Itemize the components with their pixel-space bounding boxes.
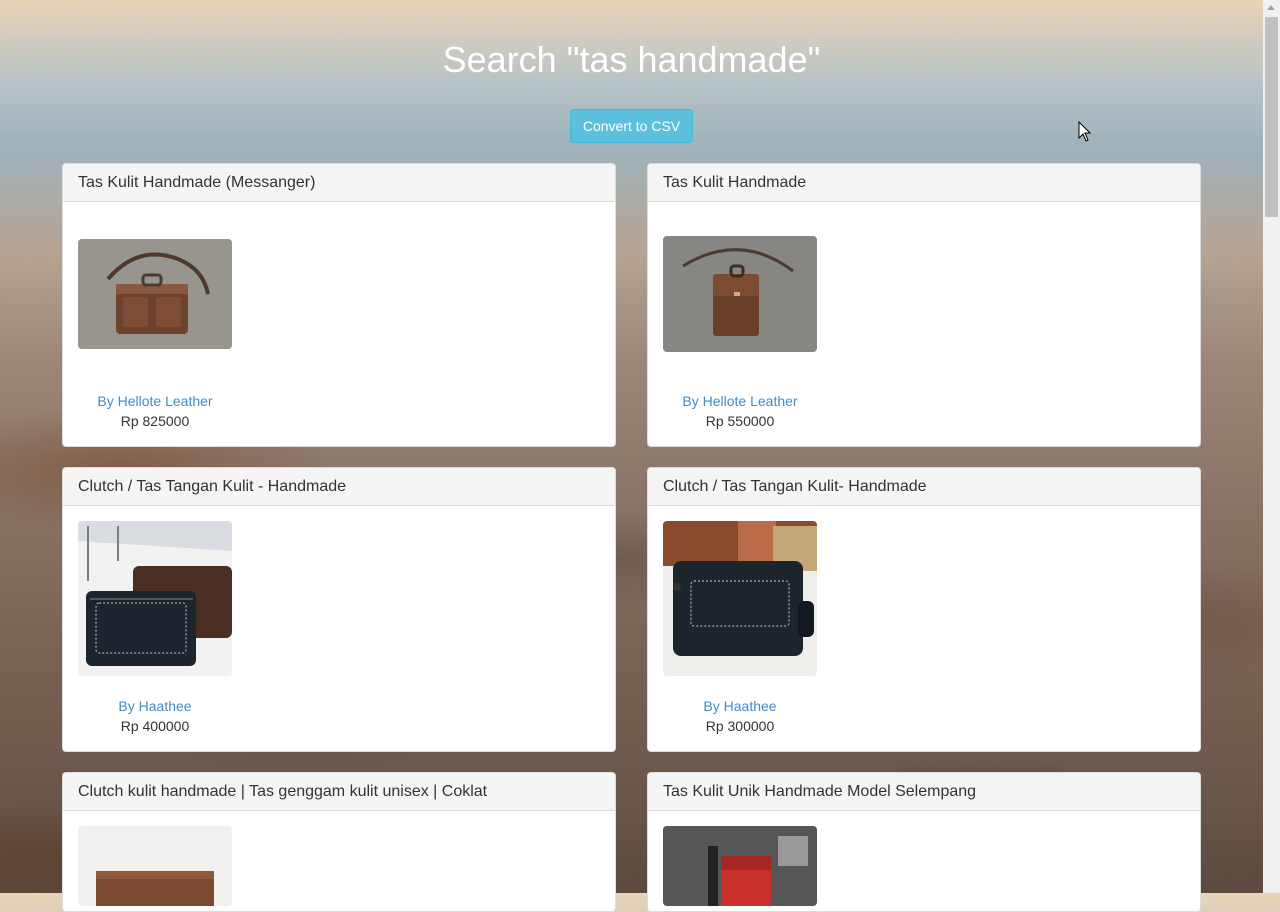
product-title: Clutch / Tas Tangan Kulit - Handmade <box>63 468 615 506</box>
scroll-up-icon[interactable] <box>1267 5 1275 10</box>
product-title: Tas Kulit Handmade (Messanger) <box>63 164 615 202</box>
seller-link[interactable]: By Haathee <box>663 698 817 714</box>
mouse-cursor-icon <box>1078 121 1092 142</box>
product-card: Clutch / Tas Tangan Kulit - Handmade By … <box>62 467 616 752</box>
seller-link[interactable]: By Hellote Leather <box>663 393 817 409</box>
product-image[interactable] <box>663 826 817 906</box>
scrollbar-thumb[interactable] <box>1265 17 1278 217</box>
product-title: Tas Kulit Handmade <box>648 164 1200 202</box>
product-card: Tas Kulit Handmade By Hellote Leather Rp… <box>647 163 1201 447</box>
product-card: Tas Kulit Handmade (Messanger) By Hellot… <box>62 163 616 447</box>
product-image[interactable] <box>78 826 232 906</box>
product-title: Clutch kulit handmade | Tas genggam kuli… <box>63 773 615 811</box>
product-image[interactable] <box>78 239 232 349</box>
product-price: Rp 550000 <box>705 413 775 429</box>
product-title: Tas Kulit Unik Handmade Model Selempang <box>648 773 1200 811</box>
product-card: Clutch / Tas Tangan Kulit- Handmade By H… <box>647 467 1201 752</box>
product-image[interactable] <box>663 236 817 352</box>
scrollbar[interactable] <box>1263 0 1280 893</box>
page-title: Search "tas handmade" <box>442 39 821 80</box>
seller-link[interactable]: By Haathee <box>78 698 232 714</box>
convert-to-csv-button[interactable]: Convert to CSV <box>570 109 693 143</box>
product-image[interactable] <box>78 521 232 676</box>
seller-link[interactable]: By Hellote Leather <box>78 393 232 409</box>
product-price: Rp 400000 <box>120 718 190 734</box>
product-price: Rp 825000 <box>120 413 190 429</box>
product-title: Clutch / Tas Tangan Kulit- Handmade <box>648 468 1200 506</box>
product-card: Clutch kulit handmade | Tas genggam kuli… <box>62 772 616 912</box>
product-card: Tas Kulit Unik Handmade Model Selempang <box>647 772 1201 912</box>
product-image[interactable] <box>663 521 817 676</box>
product-price: Rp 300000 <box>705 718 775 734</box>
